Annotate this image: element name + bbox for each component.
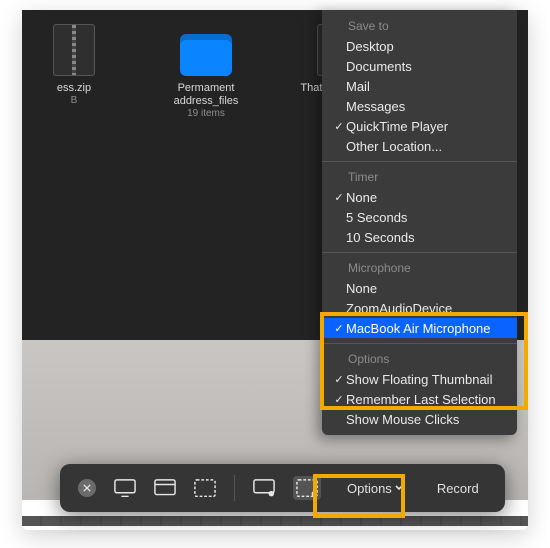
menu-item[interactable]: Desktop (322, 36, 517, 56)
separator (322, 343, 517, 344)
file-item[interactable]: Permament address_files 19 items (160, 18, 252, 138)
checkmark-icon: ✓ (332, 120, 346, 133)
menu-item[interactable]: ✓MacBook Air Microphone (322, 318, 517, 338)
menu-item[interactable]: ✓Show Floating Thumbnail (322, 369, 517, 389)
menu-section-title: Options (322, 349, 517, 369)
menu-item-label: 5 Seconds (346, 210, 407, 225)
capture-selection-icon[interactable] (194, 479, 216, 497)
menu-item[interactable]: ZoomAudioDevice (322, 298, 517, 318)
menu-item[interactable]: Other Location... (322, 136, 517, 156)
separator (234, 475, 235, 501)
options-menu: Save toDesktopDocumentsMailMessages✓Quic… (322, 10, 517, 435)
separator (322, 252, 517, 253)
menu-item-label: MacBook Air Microphone (346, 321, 491, 336)
options-button[interactable]: Options (339, 477, 411, 500)
record-selection-icon[interactable] (293, 476, 321, 500)
menu-item[interactable]: ✓None (322, 187, 517, 207)
capture-window-icon[interactable] (154, 479, 176, 497)
menu-item-label: None (346, 190, 377, 205)
menu-item[interactable]: Documents (322, 56, 517, 76)
menu-item[interactable]: 10 Seconds (322, 227, 517, 247)
record-entire-screen-icon[interactable] (253, 479, 275, 497)
menu-section-title: Microphone (322, 258, 517, 278)
menu-item[interactable]: ✓Remember Last Selection (322, 389, 517, 409)
checkmark-icon: ✓ (332, 191, 346, 204)
separator (322, 161, 517, 162)
menu-item[interactable]: Messages (322, 96, 517, 116)
checkmark-icon: ✓ (332, 393, 346, 406)
menu-item-label: Messages (346, 99, 405, 114)
chevron-down-icon (395, 485, 403, 491)
menu-item[interactable]: Mail (322, 76, 517, 96)
menu-item-label: 10 Seconds (346, 230, 415, 245)
file-sub: B (71, 95, 78, 107)
menu-item[interactable]: 5 Seconds (322, 207, 517, 227)
menu-item-label: Desktop (346, 39, 394, 54)
menu-item-label: Mail (346, 79, 370, 94)
menu-item[interactable]: None (322, 278, 517, 298)
zip-icon (53, 24, 95, 76)
menu-item-label: Documents (346, 59, 412, 74)
capture-entire-screen-icon[interactable] (114, 479, 136, 497)
menu-section-title: Save to (322, 16, 517, 36)
menu-item-label: Show Mouse Clicks (346, 412, 459, 427)
menu-item-label: Other Location... (346, 139, 442, 154)
record-button[interactable]: Record (429, 477, 487, 500)
folder-icon (180, 34, 232, 76)
file-item[interactable]: ess.zip B (28, 18, 120, 138)
screenshot-toolbar: Options Record (60, 464, 505, 512)
file-name: ess.zip (57, 82, 91, 95)
menu-item-label: Show Floating Thumbnail (346, 372, 492, 387)
menu-item-label: None (346, 281, 377, 296)
dock (22, 516, 528, 526)
file-name: Permament address_files (160, 82, 252, 108)
checkmark-icon: ✓ (332, 322, 346, 335)
menu-item[interactable]: ✓QuickTime Player (322, 116, 517, 136)
menu-item-label: ZoomAudioDevice (346, 301, 452, 316)
menu-section-title: Timer (322, 167, 517, 187)
close-button[interactable] (78, 479, 96, 497)
file-sub: 19 items (187, 108, 225, 120)
menu-item-label: QuickTime Player (346, 119, 448, 134)
menu-item[interactable]: Show Mouse Clicks (322, 409, 517, 429)
checkmark-icon: ✓ (332, 373, 346, 386)
menu-item-label: Remember Last Selection (346, 392, 496, 407)
